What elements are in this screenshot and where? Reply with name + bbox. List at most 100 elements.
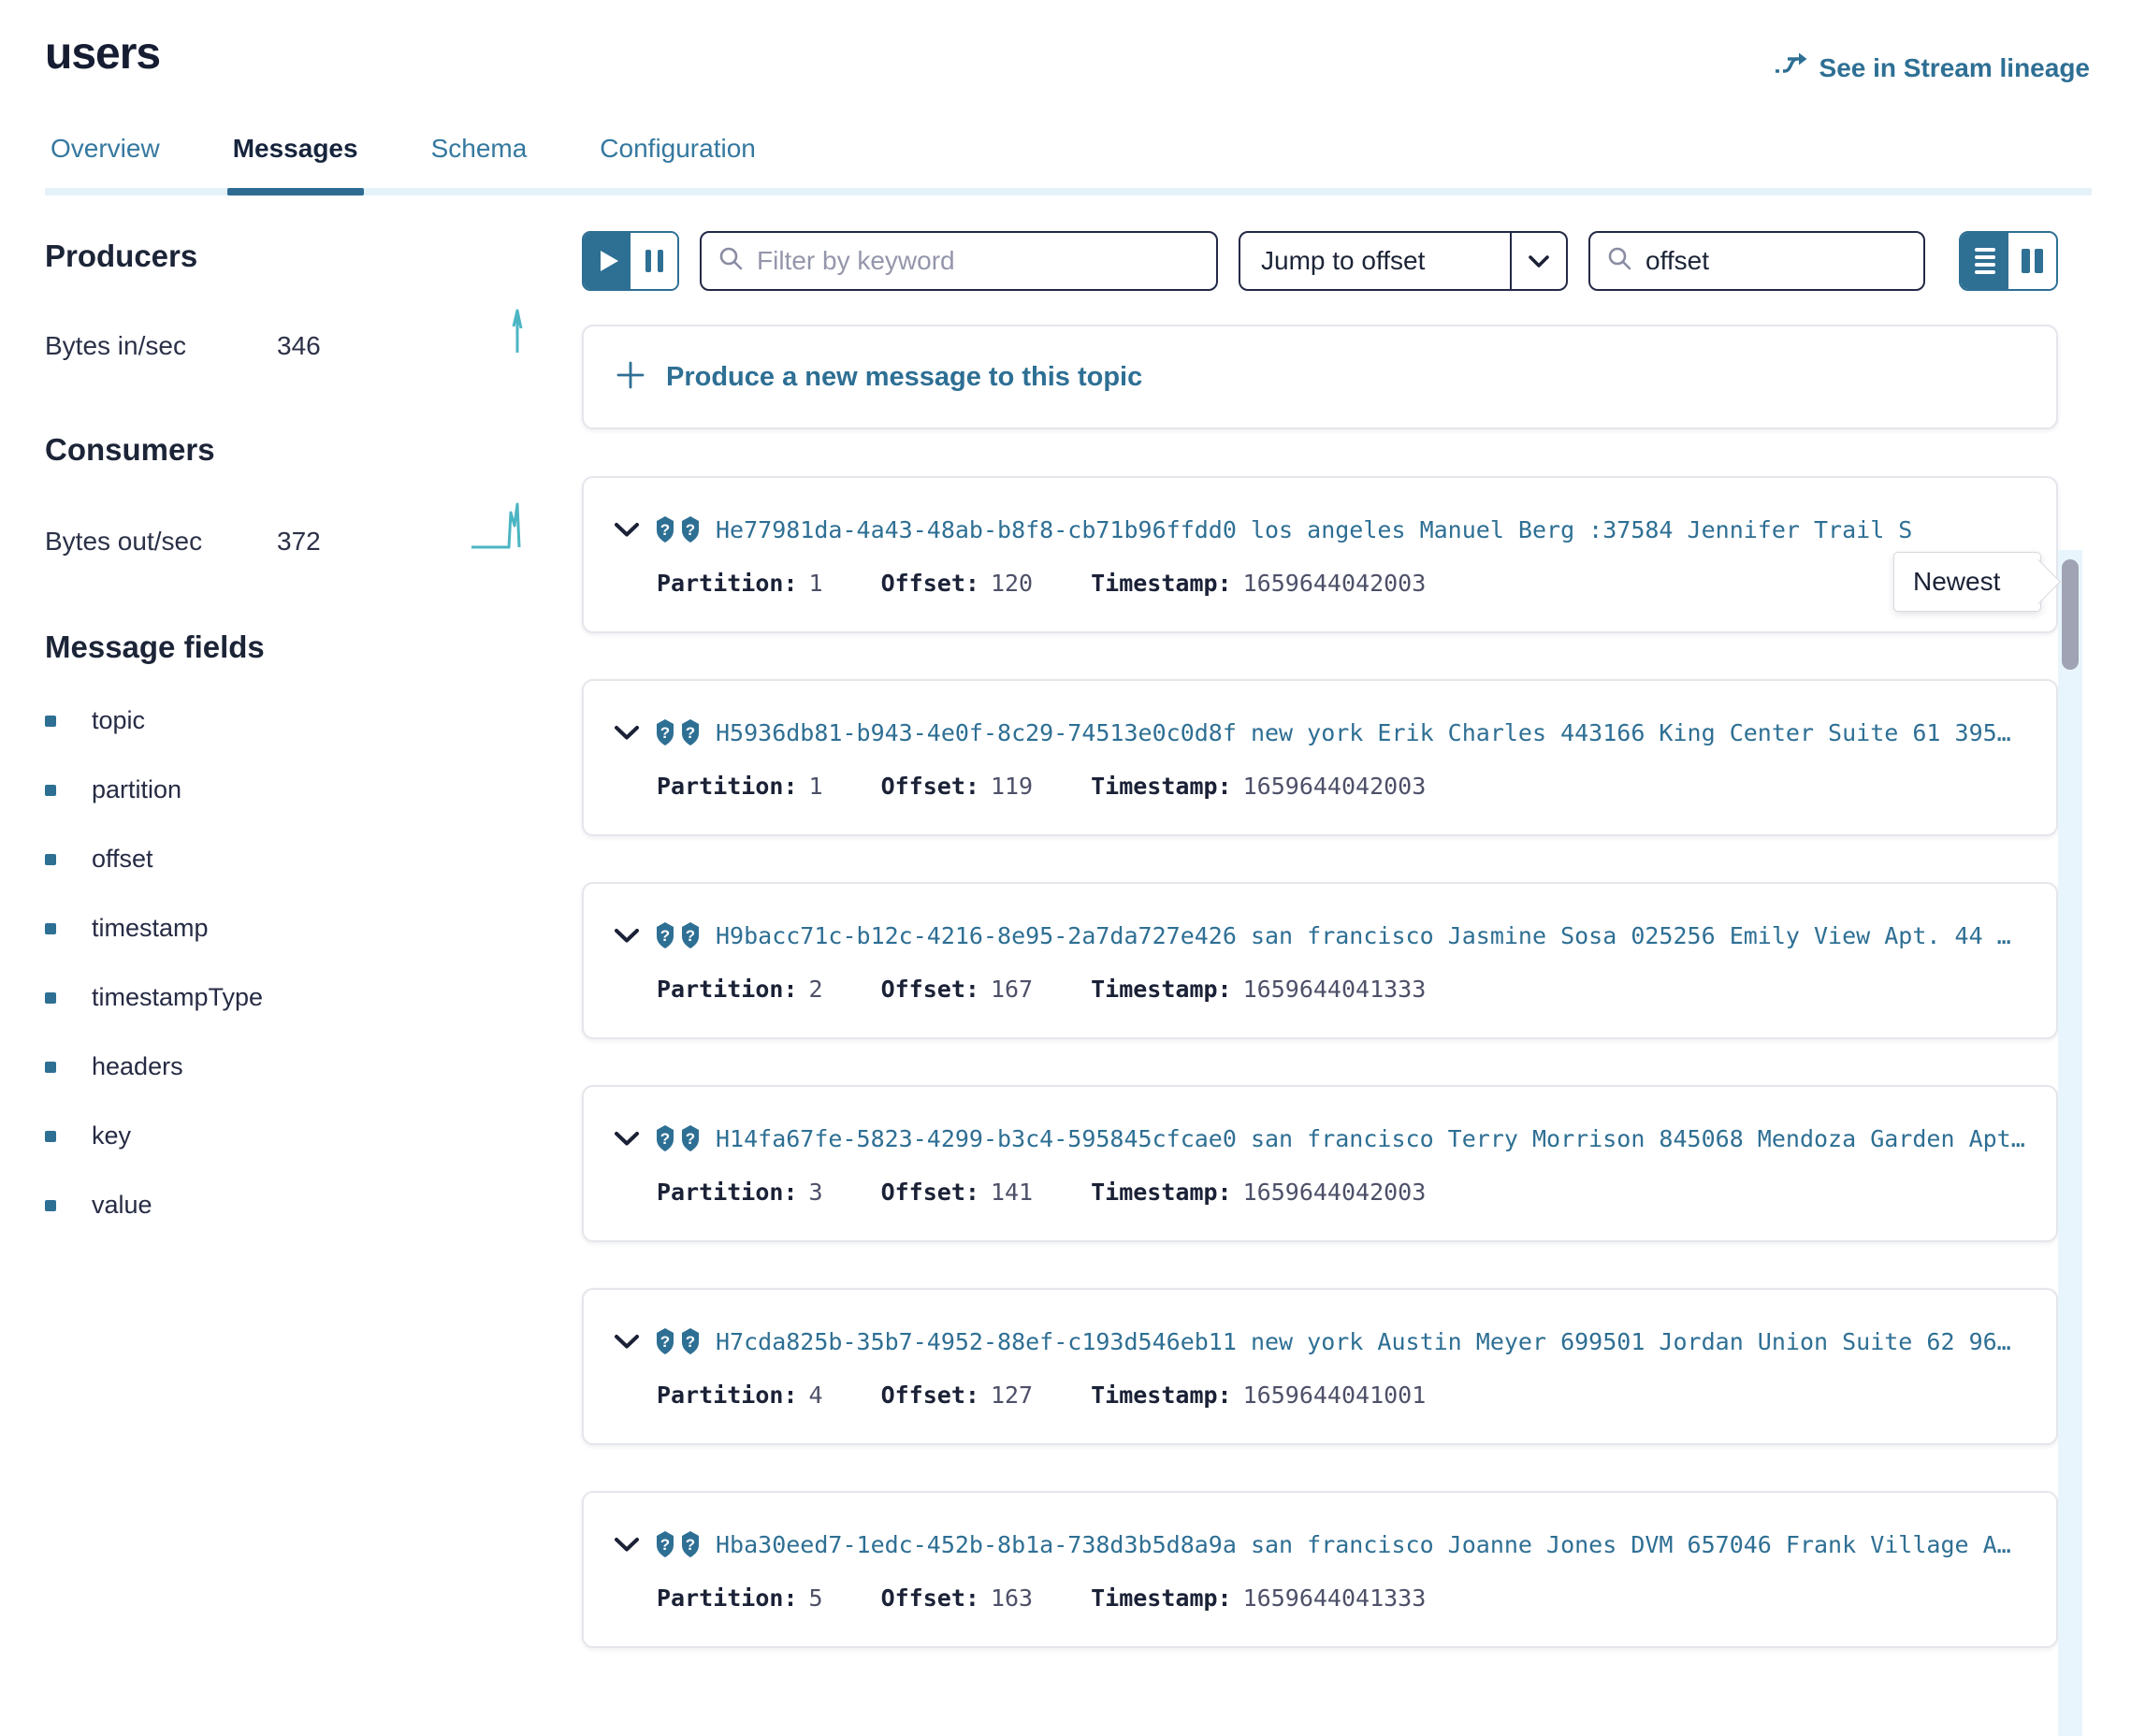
svg-text:?: ?	[660, 724, 670, 742]
jump-to-offset-select[interactable]: Jump to offset	[1239, 231, 1568, 291]
pause-button[interactable]	[631, 233, 677, 289]
message-list: ? ? He77981da-4a43-48ab-b8f8-cb71b96ffdd…	[582, 476, 2058, 1648]
partition-value: 1	[809, 773, 823, 800]
tab-bar: Overview Messages Schema Configuration	[45, 134, 2092, 195]
tab-overview[interactable]: Overview	[45, 134, 166, 188]
field-item-topic[interactable]: topic	[45, 706, 533, 735]
offset-label: Offset:	[881, 570, 979, 597]
topic-page: users See in Stream lineage Overview Mes…	[0, 0, 2131, 1736]
bytes-out-label: Bytes out/sec	[45, 527, 277, 557]
square-bullet-icon	[45, 1131, 56, 1142]
serde-unknown-badge-icons: ? ?	[655, 718, 701, 746]
field-label: partition	[92, 775, 181, 804]
offset-search-box	[1588, 231, 1925, 291]
field-label: timestamp	[92, 914, 209, 943]
messages-panel: Jump to offset	[533, 231, 2131, 1694]
svg-text:?: ?	[686, 724, 695, 742]
field-item-headers[interactable]: headers	[45, 1052, 533, 1081]
messages-scrollbar-thumb[interactable]	[2062, 559, 2079, 670]
field-item-timestamp[interactable]: timestamp	[45, 914, 533, 943]
produce-message-button[interactable]: Produce a new message to this topic	[582, 325, 2058, 429]
square-bullet-icon	[45, 1200, 56, 1211]
plus-icon	[616, 360, 645, 395]
message-fields-heading: Message fields	[45, 629, 533, 665]
svg-text:?: ?	[686, 521, 695, 539]
expand-chevron-icon[interactable]	[614, 928, 640, 944]
message-preview: H7cda825b-35b7-4952-88ef-c193d546eb11 ne…	[716, 1328, 2028, 1355]
square-bullet-icon	[45, 785, 56, 796]
filter-keyword-input[interactable]	[757, 246, 1199, 276]
svg-text:?: ?	[660, 521, 670, 539]
search-icon	[718, 246, 744, 276]
timestamp-label: Timestamp:	[1091, 1382, 1232, 1409]
timestamp-label: Timestamp:	[1091, 570, 1232, 597]
page-title: users	[45, 28, 160, 80]
column-view-icon	[2022, 249, 2043, 273]
message-fields-list: topic partition offset timestamp timesta…	[45, 706, 533, 1220]
play-button[interactable]	[584, 233, 631, 289]
message-card[interactable]: ? ? H7cda825b-35b7-4952-88ef-c193d546eb1…	[582, 1288, 2058, 1445]
lineage-arrow-icon	[1775, 51, 1808, 85]
serde-unknown-badge-icons: ? ?	[655, 515, 701, 543]
expand-chevron-icon[interactable]	[614, 522, 640, 538]
tab-messages[interactable]: Messages	[227, 134, 364, 188]
field-item-value[interactable]: value	[45, 1191, 533, 1220]
newest-tooltip-label: Newest	[1913, 567, 2000, 597]
timestamp-value: 1659644041333	[1243, 1584, 1427, 1612]
partition-label: Partition:	[657, 570, 798, 597]
field-label: headers	[92, 1052, 183, 1081]
field-label: timestampType	[92, 983, 263, 1012]
partition-value: 1	[809, 570, 823, 597]
expand-chevron-icon[interactable]	[614, 1334, 640, 1350]
message-card[interactable]: ? ? H5936db81-b943-4e0f-8c29-74513e0c0d8…	[582, 679, 2058, 836]
field-item-offset[interactable]: offset	[45, 845, 533, 874]
serde-unknown-badge-icons: ? ?	[655, 1124, 701, 1152]
timestamp-value: 1659644041333	[1243, 976, 1427, 1003]
svg-text:?: ?	[660, 1130, 670, 1148]
offset-search-input[interactable]	[1645, 246, 1983, 276]
message-card[interactable]: ? ? H9bacc71c-b12c-4216-8e95-2a7da727e42…	[582, 882, 2058, 1039]
producers-heading: Producers	[45, 239, 533, 274]
message-card[interactable]: ? ? Hba30eed7-1edc-452b-8b1a-738d3b5d8a9…	[582, 1491, 2058, 1648]
bytes-in-sparkline	[507, 306, 528, 361]
partition-label: Partition:	[657, 1382, 798, 1409]
list-view-button[interactable]	[1961, 233, 2008, 289]
expand-chevron-icon[interactable]	[614, 725, 640, 741]
square-bullet-icon	[45, 992, 56, 1004]
field-label: key	[92, 1121, 131, 1150]
field-item-partition[interactable]: partition	[45, 775, 533, 804]
search-icon	[1607, 246, 1632, 276]
partition-value: 2	[809, 976, 823, 1003]
expand-chevron-icon[interactable]	[614, 1537, 640, 1553]
bytes-in-label: Bytes in/sec	[45, 331, 277, 361]
offset-label: Offset:	[881, 773, 979, 800]
message-preview: H14fa67fe-5823-4299-b3c4-595845cfcae0 sa…	[716, 1125, 2028, 1152]
tab-configuration[interactable]: Configuration	[594, 134, 761, 188]
square-bullet-icon	[45, 923, 56, 934]
partition-label: Partition:	[657, 773, 798, 800]
filter-keyword-box	[700, 231, 1218, 291]
view-toggle-group	[1959, 231, 2058, 291]
offset-value: 167	[991, 976, 1033, 1003]
jump-to-offset-value: Jump to offset	[1240, 233, 1510, 289]
svg-text:?: ?	[686, 1333, 695, 1351]
message-card[interactable]: ? ? He77981da-4a43-48ab-b8f8-cb71b96ffdd…	[582, 476, 2058, 633]
message-preview: Hba30eed7-1edc-452b-8b1a-738d3b5d8a9a sa…	[716, 1531, 2028, 1558]
partition-value: 4	[809, 1382, 823, 1409]
timestamp-label: Timestamp:	[1091, 1584, 1232, 1612]
column-view-button[interactable]	[2008, 233, 2056, 289]
field-item-timestamptype[interactable]: timestampType	[45, 983, 533, 1012]
field-item-key[interactable]: key	[45, 1121, 533, 1150]
list-view-icon	[1975, 248, 1995, 274]
offset-value: 120	[991, 570, 1033, 597]
message-card[interactable]: ? ? H14fa67fe-5823-4299-b3c4-595845cfcae…	[582, 1085, 2058, 1242]
expand-chevron-icon[interactable]	[614, 1131, 640, 1147]
svg-text:?: ?	[660, 1333, 670, 1351]
partition-value: 3	[809, 1179, 823, 1206]
bytes-out-value: 372	[277, 527, 321, 557]
svg-text:?: ?	[660, 927, 670, 945]
messages-scrollbar-track[interactable]	[2058, 550, 2082, 1736]
messages-toolbar: Jump to offset	[582, 231, 2058, 291]
tab-schema[interactable]: Schema	[426, 134, 533, 188]
stream-lineage-link[interactable]: See in Stream lineage	[1775, 51, 2090, 85]
